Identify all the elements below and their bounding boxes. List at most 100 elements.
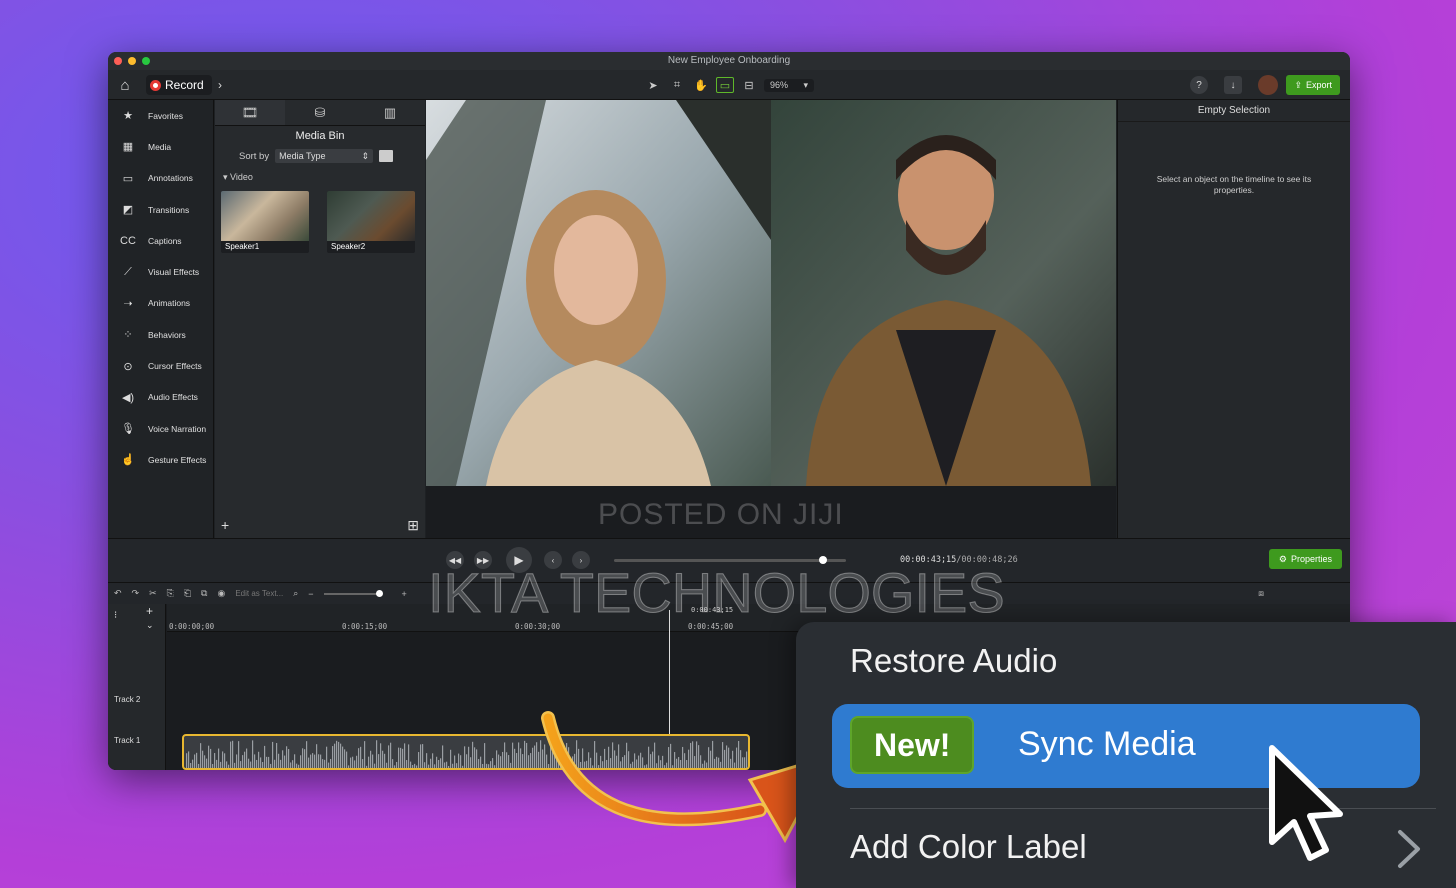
waveform-bar xyxy=(224,753,226,768)
waveform-bar xyxy=(216,759,218,768)
add-color-label-item[interactable]: Add Color Label xyxy=(850,828,1087,866)
canvas-preview[interactable] xyxy=(426,100,1116,538)
waveform-bar xyxy=(336,740,338,768)
redo-icon[interactable]: ↷ xyxy=(132,588,140,599)
waveform-bar xyxy=(192,759,194,768)
list-view-icon[interactable] xyxy=(379,150,394,162)
sidebar-item-behaviors[interactable]: ⁘ Behaviors xyxy=(108,319,213,350)
pointer-tool-icon[interactable]: ➤ xyxy=(644,77,662,93)
waveform-bar xyxy=(316,744,318,768)
export-button[interactable]: ⇪ Export xyxy=(1286,75,1340,95)
maximize-window-button[interactable] xyxy=(142,57,150,65)
close-window-button[interactable] xyxy=(114,57,122,65)
playback-scrubber[interactable] xyxy=(614,556,846,564)
paste-icon[interactable]: ⎗ xyxy=(184,588,191,599)
waveform-bar xyxy=(314,754,316,768)
sidebar-item-captions[interactable]: CC Captions xyxy=(108,225,213,256)
waveform-bar xyxy=(210,748,212,768)
copy-icon[interactable]: ⎘ xyxy=(167,588,174,599)
minimize-window-button[interactable] xyxy=(128,57,136,65)
chevron-right-icon[interactable]: › xyxy=(212,75,228,95)
waveform-bar xyxy=(258,751,260,768)
add-track-icon[interactable]: + xyxy=(146,604,153,618)
grid-view-icon[interactable]: ⊞ xyxy=(407,517,419,534)
fit-canvas-icon[interactable]: ▭ xyxy=(716,77,734,93)
cursor-effects-icon: ⊙ xyxy=(123,360,133,373)
timeline-toolbar: ↶ ↷ ✂ ⎘ ⎗ ⧉ ◉ Edit as Text... ⌕ − + ⧈ xyxy=(108,582,1350,604)
tab-library[interactable]: ⛁ xyxy=(285,100,355,125)
crop-tool-icon[interactable]: ⌗ xyxy=(668,77,686,93)
waveform-bar xyxy=(484,743,486,768)
tab-books[interactable]: ▥ xyxy=(355,100,425,125)
waveform-bar xyxy=(380,743,382,768)
waveform-bar xyxy=(422,744,424,768)
sidebar-item-media[interactable]: ▦ Media xyxy=(108,131,213,162)
help-button[interactable]: ? xyxy=(1190,76,1208,94)
download-icon[interactable]: ↓ xyxy=(1224,76,1242,94)
track-1-label: Track 1 xyxy=(114,736,141,745)
detach-icon[interactable]: ⧈ xyxy=(1258,588,1264,599)
record-button[interactable]: Record xyxy=(146,75,212,95)
waveform-bar xyxy=(358,748,360,768)
sidebar-item-annotations[interactable]: ▭ Annotations xyxy=(108,163,213,194)
waveform-bar xyxy=(526,742,528,768)
sidebar-item-cursor-effects[interactable]: ⊙ Cursor Effects xyxy=(108,350,213,381)
previous-frame-icon[interactable]: ‹ xyxy=(544,551,562,569)
properties-button-label: Properties xyxy=(1290,554,1332,564)
waveform-bar xyxy=(438,760,440,768)
video-group-header[interactable]: ▾ Video xyxy=(215,172,425,183)
media-thumb-speaker2[interactable]: Speaker2 xyxy=(327,191,415,253)
export-icon: ⇪ xyxy=(1294,79,1302,90)
waveform-bar xyxy=(294,754,296,768)
zoom-select[interactable]: 96% ▾ xyxy=(764,78,814,92)
add-icon[interactable]: + xyxy=(221,517,229,534)
zoom-out-icon[interactable]: − xyxy=(308,589,313,599)
behaviors-icon: ⁘ xyxy=(123,329,133,342)
restore-audio-item[interactable]: Restore Audio xyxy=(850,642,1057,680)
waveform-bar xyxy=(384,753,386,768)
fill-canvas-icon[interactable]: ⊟ xyxy=(740,77,758,93)
timeline-zoom-slider[interactable] xyxy=(323,589,383,597)
track-options-icon[interactable]: ⁝ xyxy=(114,610,117,621)
record-icon xyxy=(150,79,161,91)
waveform-bar xyxy=(270,763,272,768)
cut-icon[interactable]: ✂ xyxy=(149,588,157,599)
zoom-in-icon[interactable]: + xyxy=(402,589,407,599)
sidebar-item-gesture-effects[interactable]: ☝ Gesture Effects xyxy=(108,444,213,475)
snapshot-icon[interactable]: ◉ xyxy=(217,588,225,599)
step-back-icon[interactable]: ◀◀ xyxy=(446,551,464,569)
export-label: Export xyxy=(1305,80,1332,90)
step-forward-icon[interactable]: ▶▶ xyxy=(474,551,492,569)
search-icon[interactable]: ⌕ xyxy=(293,588,298,599)
tab-media-bin[interactable]: 🎞 xyxy=(215,100,285,125)
hand-tool-icon[interactable]: ✋ xyxy=(692,77,710,93)
sidebar-item-audio-effects[interactable]: ◀) Audio Effects xyxy=(108,382,213,413)
waveform-bar xyxy=(278,753,280,768)
properties-button[interactable]: ⚙ Properties xyxy=(1268,549,1342,569)
sidebar-item-voice-narration[interactable]: 🎙 Voice Narration xyxy=(108,413,213,444)
video-group-label: Video xyxy=(230,172,253,182)
sidebar-item-visual-effects[interactable]: ⟋ Visual Effects xyxy=(108,256,213,287)
home-icon[interactable]: ⌂ xyxy=(116,75,134,95)
next-frame-icon[interactable]: › xyxy=(572,551,590,569)
animations-icon: ➝ xyxy=(123,297,133,310)
waveform-bar xyxy=(440,758,442,768)
sort-select[interactable]: Media Type ⇕ xyxy=(275,149,374,163)
waveform-bar xyxy=(486,763,488,768)
waveform-bar xyxy=(416,765,418,768)
chevron-down-icon[interactable]: ⌄ xyxy=(146,620,154,631)
waveform-bar xyxy=(290,762,292,768)
split-icon[interactable]: ⧉ xyxy=(201,588,207,599)
scrubber-handle[interactable] xyxy=(818,556,827,564)
play-button[interactable]: ▶ xyxy=(506,547,532,573)
undo-icon[interactable]: ↶ xyxy=(114,588,122,599)
waveform-bar xyxy=(370,750,372,768)
edit-as-text-button[interactable]: Edit as Text... xyxy=(235,589,283,598)
media-thumb-speaker1[interactable]: Speaker1 xyxy=(221,191,309,253)
waveform-bar xyxy=(424,762,426,768)
sidebar-item-animations[interactable]: ➝ Animations xyxy=(108,288,213,319)
sidebar-item-transitions[interactable]: ◩ Transitions xyxy=(108,194,213,225)
sidebar-item-favorites[interactable]: ★ Favorites xyxy=(108,100,213,131)
waveform-bar xyxy=(232,740,234,768)
avatar[interactable] xyxy=(1258,75,1278,95)
